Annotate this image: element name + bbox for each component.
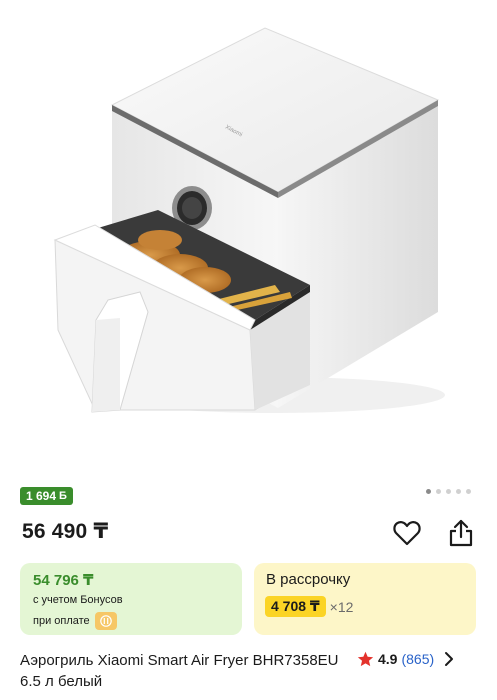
bonus-payment-caption: при оплате [33, 612, 117, 630]
installment-amount: 4 708 ₸ [265, 596, 326, 617]
gallery-pager [426, 489, 471, 494]
bonus-price: 54 796 ₸ [33, 572, 94, 589]
fork-knife-icon [94, 612, 117, 630]
share-button[interactable] [446, 518, 476, 548]
favorite-button[interactable] [392, 518, 422, 548]
pager-dot[interactable] [466, 489, 471, 494]
pager-dot[interactable] [446, 489, 451, 494]
installment-months: ×12 [329, 598, 354, 615]
pager-dot[interactable] [436, 489, 441, 494]
pager-dot[interactable] [456, 489, 461, 494]
rating-value: 4.9 [378, 651, 398, 667]
bonus-badge-value: 1 694 [26, 489, 57, 503]
review-count: (865) [401, 651, 435, 667]
bonus-badge: 1 694 Б [20, 487, 73, 505]
share-icon [449, 519, 473, 547]
air-fryer-illustration: Xiaomi [53, 27, 445, 413]
heart-icon [393, 521, 421, 546]
chevron-right-icon [445, 652, 454, 666]
product-image[interactable]: Xiaomi [0, 0, 497, 462]
installment-row: 4 708 ₸ ×12 [265, 596, 353, 617]
rating-link[interactable]: 4.9 (865) [357, 651, 456, 667]
bonus-caption: с учетом Бонусов [33, 594, 123, 606]
bonus-currency-icon: Б [59, 490, 67, 502]
installment-card[interactable]: В рассрочку 4 708 ₸ ×12 [254, 563, 476, 635]
star-icon [357, 651, 374, 667]
bonus-payment-label: при оплате [33, 615, 90, 627]
installment-title: В рассрочку [266, 571, 351, 588]
product-price: 56 490 ₸ [22, 520, 109, 543]
bonus-price-card[interactable]: 54 796 ₸ с учетом Бонусов при оплате [20, 563, 242, 635]
product-title: Аэрогриль Xiaomi Smart Air Fryer BHR7358… [20, 652, 339, 690]
pager-dot[interactable] [426, 489, 431, 494]
